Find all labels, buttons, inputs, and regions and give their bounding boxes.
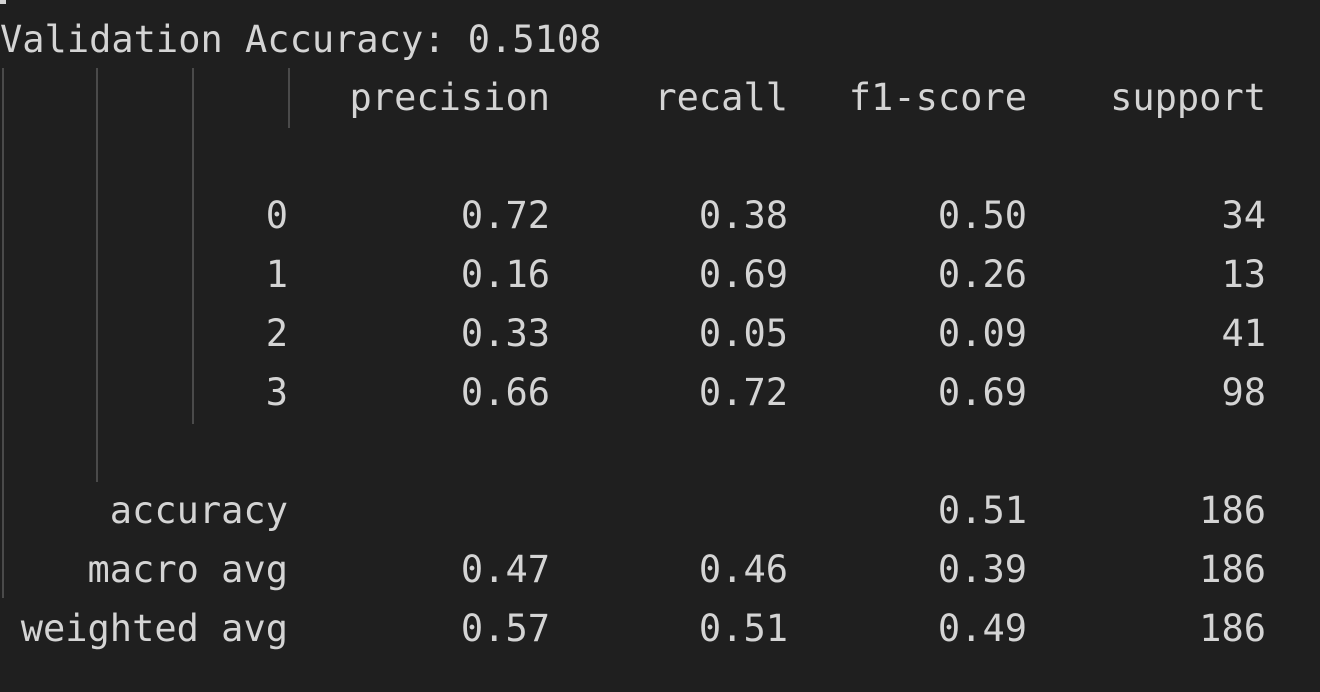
f1-value: 0.09 (937, 312, 1027, 355)
f1-value: 0.26 (937, 253, 1027, 296)
row-label: 2 (265, 312, 288, 355)
row-label: 3 (265, 371, 288, 414)
column-header-recall: recall (654, 76, 788, 119)
recall-value: 0.46 (698, 548, 788, 591)
column-header-f1-score: f1-score (848, 76, 1027, 119)
recall-value: 0.51 (698, 607, 788, 650)
row-label: macro avg (87, 548, 288, 591)
support-value: 13 (1221, 253, 1266, 296)
row-label: weighted avg (20, 607, 288, 650)
row-label: accuracy (109, 489, 288, 532)
precision-value: 0.16 (460, 253, 550, 296)
support-value: 41 (1221, 312, 1266, 355)
support-value: 98 (1221, 371, 1266, 414)
indent-guide (288, 68, 290, 128)
precision-value: 0.66 (460, 371, 550, 414)
recall-value: 0.38 (698, 194, 788, 237)
previous-line-fragment (0, 0, 6, 4)
terminal-output: Validation Accuracy: 0.5108 precision re… (0, 0, 1320, 692)
f1-value: 0.39 (937, 548, 1027, 591)
precision-value: 0.72 (460, 194, 550, 237)
precision-value: 0.47 (460, 548, 550, 591)
precision-value: 0.57 (460, 607, 550, 650)
precision-value: 0.33 (460, 312, 550, 355)
recall-value: 0.72 (698, 371, 788, 414)
validation-accuracy-line: Validation Accuracy: 0.5108 (0, 18, 602, 61)
row-label: 0 (265, 194, 288, 237)
support-value: 186 (1199, 548, 1266, 591)
row-label: 1 (265, 253, 288, 296)
column-header-precision: precision (349, 76, 550, 119)
support-value: 186 (1199, 489, 1266, 532)
support-value: 186 (1199, 607, 1266, 650)
f1-value: 0.51 (937, 489, 1027, 532)
recall-value: 0.05 (698, 312, 788, 355)
f1-value: 0.49 (937, 607, 1027, 650)
recall-value: 0.69 (698, 253, 788, 296)
column-header-support: support (1110, 76, 1266, 119)
support-value: 34 (1221, 194, 1266, 237)
f1-value: 0.69 (937, 371, 1027, 414)
f1-value: 0.50 (937, 194, 1027, 237)
